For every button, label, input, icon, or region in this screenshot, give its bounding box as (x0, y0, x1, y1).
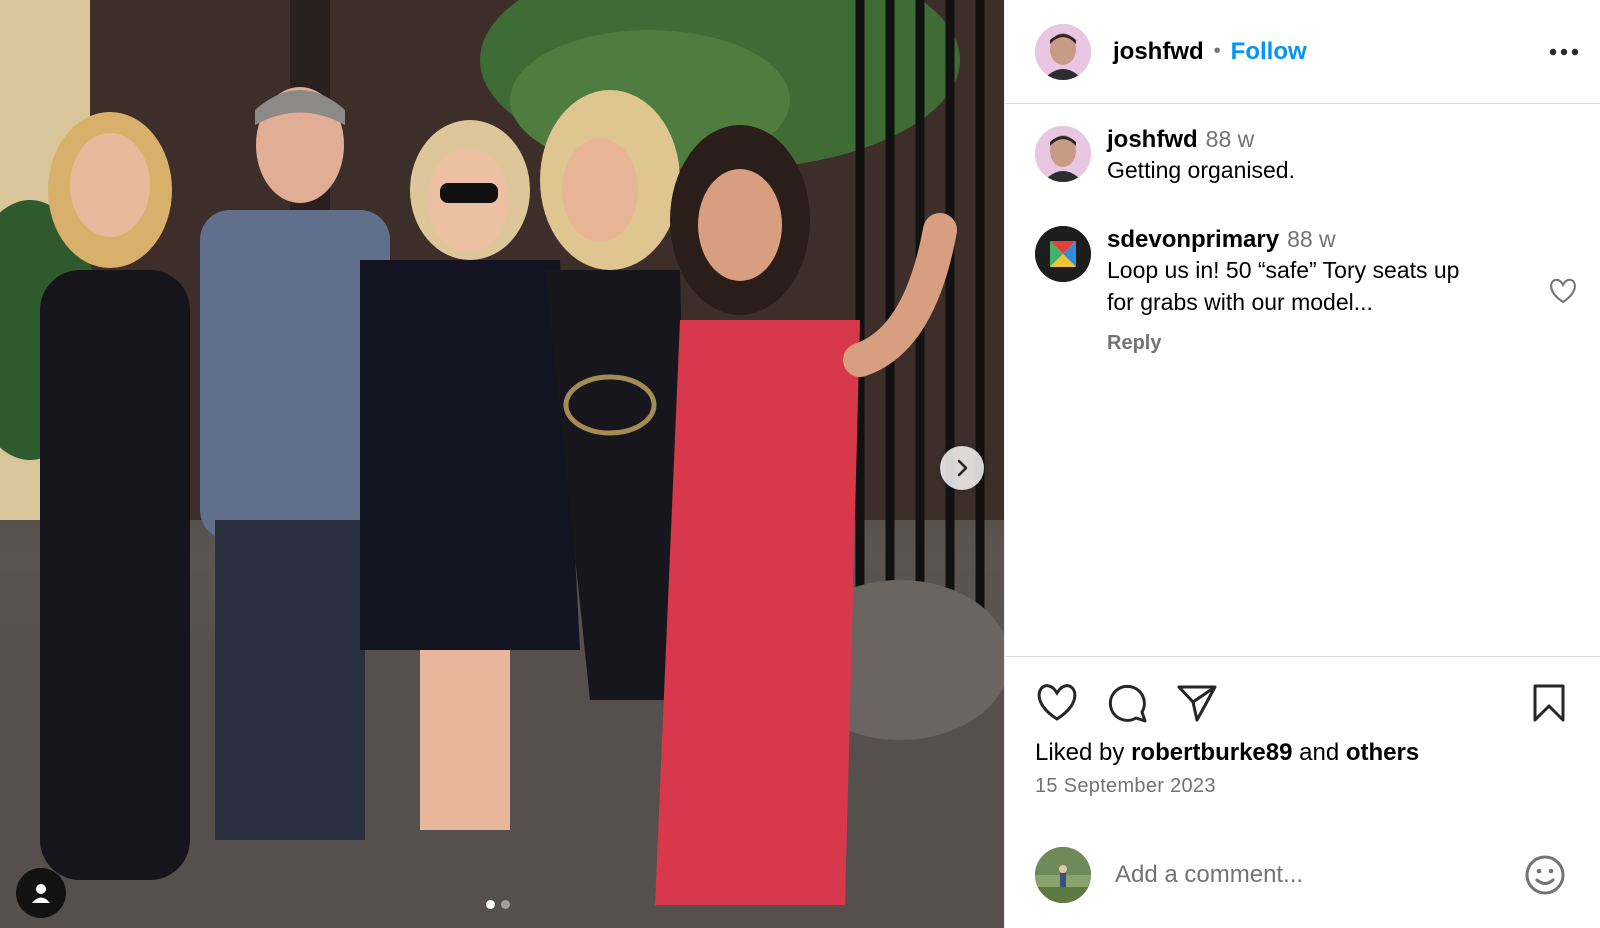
likes-prefix: Liked by (1035, 739, 1125, 766)
comment-text-line: Loop us in! 50 “safe” Tory seats up (1107, 257, 1460, 283)
emoji-button[interactable] (1523, 853, 1567, 897)
tagged-users-button[interactable] (16, 868, 66, 918)
carousel-next-button[interactable] (940, 446, 984, 490)
comment-avatar[interactable] (1035, 126, 1091, 182)
carousel-dot (501, 900, 510, 909)
like-button[interactable] (1035, 681, 1079, 725)
comment-body: sdevonprimary 88 w Loop us in! 50 “safe” … (1107, 226, 1547, 355)
bookmark-icon (1533, 684, 1565, 722)
comment-time[interactable]: 88 w (1206, 126, 1255, 152)
author-username[interactable]: joshfwd (1113, 38, 1204, 66)
comment-avatar[interactable] (1035, 226, 1091, 282)
post-header: joshfwd • Follow (1005, 0, 1600, 104)
heart-icon (1550, 278, 1576, 304)
chevron-right-icon (957, 459, 968, 477)
comment-like-button[interactable] (1549, 278, 1577, 309)
comment-text: Getting organised. (1107, 157, 1295, 183)
comment-button[interactable] (1105, 681, 1149, 725)
author-avatar-image (1035, 23, 1091, 80)
likes-middle: and (1299, 739, 1340, 766)
post-side-panel: joshfwd • Follow joshfwd 88 w Getting or… (1004, 0, 1600, 928)
action-bar (1035, 681, 1571, 725)
user-icon (32, 884, 50, 903)
caption-comment: joshfwd 88 w Getting organised. (1035, 126, 1600, 186)
carousel-indicator (486, 900, 510, 909)
likes-summary: Liked by robertburke89 and others (1035, 739, 1571, 767)
comment-time[interactable]: 88 w (1287, 226, 1336, 252)
comment-body: joshfwd 88 w Getting organised. (1107, 126, 1547, 186)
comment-avatar-image (1035, 226, 1091, 282)
add-comment-input[interactable] (1115, 860, 1523, 889)
author-avatar[interactable] (1035, 23, 1091, 80)
current-user-avatar-image (1035, 846, 1091, 903)
carousel-dot-active (486, 900, 495, 909)
follow-button[interactable]: Follow (1231, 38, 1307, 66)
comment-username[interactable]: joshfwd (1107, 126, 1198, 153)
comment-item: sdevonprimary 88 w Loop us in! 50 “safe” … (1035, 226, 1600, 355)
post-date[interactable]: 15 September 2023 (1035, 775, 1571, 798)
share-button[interactable] (1175, 681, 1219, 725)
save-button[interactable] (1527, 681, 1571, 725)
liked-by-user-link[interactable]: robertburke89 (1131, 739, 1292, 766)
heart-icon (1037, 684, 1077, 721)
post-photo[interactable] (0, 0, 1004, 928)
post-actions-area: Liked by robertburke89 and others 15 Sep… (1005, 656, 1600, 821)
separator-dot: • (1213, 40, 1221, 62)
comment-username[interactable]: sdevonprimary (1107, 226, 1279, 253)
comments-list: joshfwd 88 w Getting organised. sdevonpri… (1005, 104, 1600, 656)
share-icon (1177, 685, 1217, 722)
emoji-icon (1525, 855, 1565, 894)
comment-avatar-image (1035, 126, 1091, 182)
reply-button[interactable]: Reply (1107, 332, 1161, 355)
more-options-icon (1549, 48, 1579, 55)
current-user-avatar[interactable] (1035, 846, 1091, 903)
comment-icon (1108, 684, 1147, 723)
more-options-button[interactable] (1544, 32, 1584, 72)
liked-by-others-link[interactable]: others (1346, 739, 1419, 766)
photo-scene (0, 0, 1004, 928)
comment-text-line: for grabs with our model... (1107, 289, 1373, 315)
add-comment-bar (1005, 821, 1600, 928)
